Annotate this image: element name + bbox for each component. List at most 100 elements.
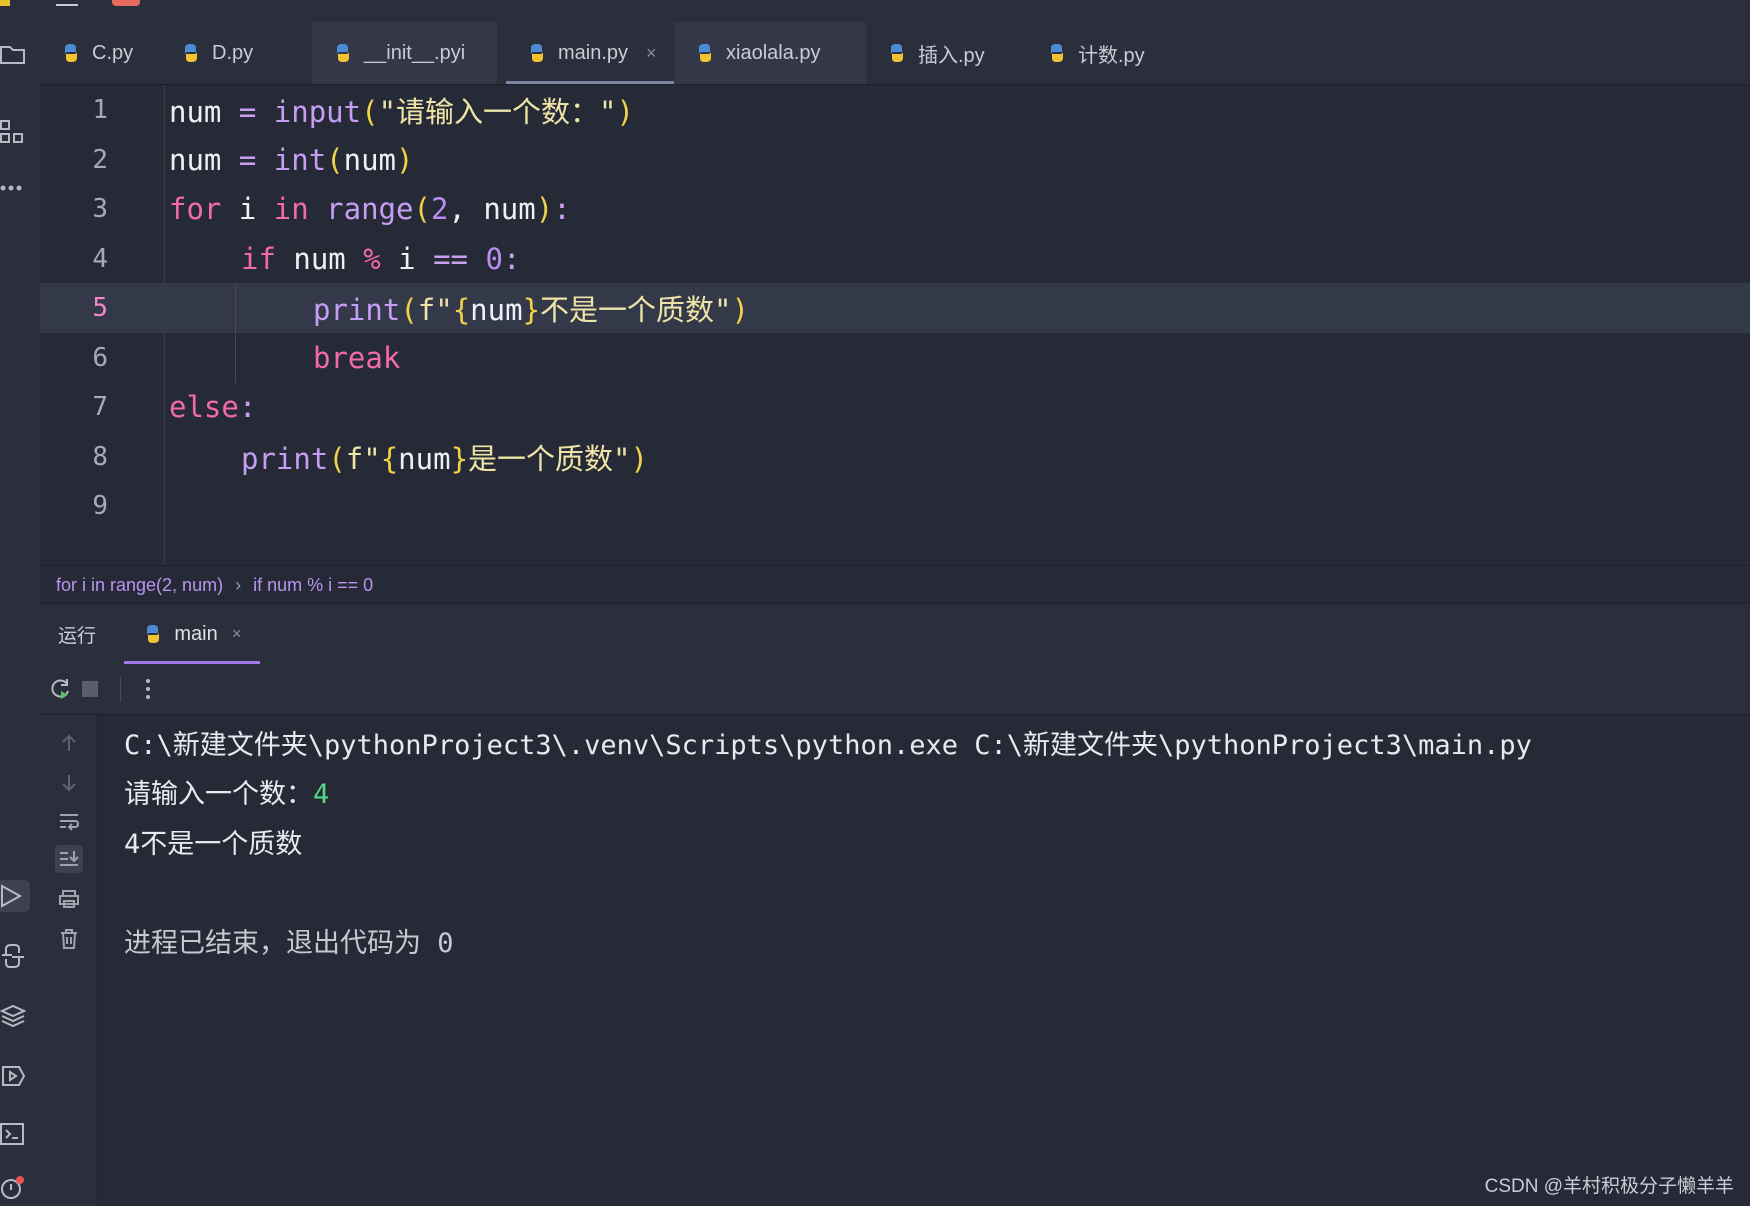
terminal-tool-button[interactable] [0, 1118, 30, 1150]
scroll-up-button[interactable] [55, 729, 83, 757]
code-line[interactable]: 7 else: [40, 382, 1750, 432]
scroll-to-end-button[interactable] [55, 845, 83, 873]
indent-guide [235, 283, 236, 383]
line-number: 6 [92, 343, 108, 373]
editor-tab-bar: C.py D.py __init__.pyi main.py × xiaolal… [40, 22, 1750, 85]
ide-window: C.py D.py __init__.pyi main.py × xiaolal… [0, 0, 1750, 1206]
breadcrumb-item[interactable]: if num % i == 0 [253, 575, 373, 596]
more-vertical-icon [146, 679, 150, 699]
tab-count-py[interactable]: 计数.py [1026, 22, 1196, 84]
stop-icon [82, 681, 98, 697]
tab-c-py[interactable]: C.py [40, 22, 177, 84]
console-output-line: 4不是一个质数 [124, 829, 303, 860]
tab-label: xiaolala.py [726, 41, 821, 64]
code-line[interactable]: 2 num = int(num) [40, 135, 1750, 185]
run-options-button[interactable] [136, 677, 160, 701]
project-badge-icon[interactable] [112, 0, 140, 6]
main-menu-icon[interactable] [56, 0, 78, 6]
stop-button[interactable] [78, 677, 102, 701]
line-number: 7 [92, 392, 108, 422]
rerun-icon [51, 679, 69, 699]
code-line-current[interactable]: 5 print(f"{num}不是一个质数") [40, 283, 1750, 333]
scroll-down-button[interactable] [55, 769, 83, 797]
python-file-icon [531, 44, 543, 62]
run-panel-header: 运行 main × [40, 603, 1750, 665]
console-input-value: 4 [313, 779, 330, 810]
left-tool-strip [0, 22, 41, 1206]
python-file-icon [1051, 44, 1063, 62]
line-number: 8 [92, 442, 108, 472]
print-button[interactable] [55, 885, 83, 913]
folder-icon [0, 46, 25, 64]
tab-label: __init__.pyi [364, 41, 466, 64]
clear-console-button[interactable] [55, 925, 83, 953]
tab-main-py[interactable]: main.py × [506, 22, 674, 84]
problems-tool-button[interactable] [0, 1172, 30, 1204]
line-number: 3 [92, 194, 108, 224]
line-number: 5 [92, 293, 108, 323]
run-icon [1, 884, 23, 908]
scroll-to-end-icon [60, 851, 79, 866]
tab-label: C.py [92, 41, 134, 64]
line-number: 1 [92, 95, 108, 125]
python-console-icon [2, 944, 24, 968]
python-console-button[interactable] [0, 940, 30, 972]
console-prompt: 请输入一个数： [124, 779, 313, 810]
code-line[interactable]: 9 [40, 481, 1750, 531]
more-tools-button[interactable] [0, 172, 30, 204]
python-run-icon [147, 625, 160, 643]
code-line[interactable]: 3 for i in range(2, num): [40, 184, 1750, 234]
title-bar [0, 0, 1750, 23]
line-number: 4 [92, 244, 108, 274]
code-text: for i in range(2, num): [169, 192, 571, 226]
run-tool-button[interactable] [0, 880, 30, 912]
app-logo-icon [0, 0, 10, 6]
code-text: if num % i == 0: [241, 242, 521, 276]
python-file-icon [891, 44, 903, 62]
layers-icon [0, 1004, 26, 1028]
arrow-down-icon [62, 775, 76, 792]
arrow-up-icon [62, 734, 76, 751]
python-stub-file-icon [337, 44, 349, 62]
soft-wrap-button[interactable] [55, 807, 83, 835]
python-file-icon [65, 44, 77, 62]
printer-icon [59, 890, 79, 908]
code-editor[interactable]: 1 num = input("请输入一个数：") 2 num = int(num… [40, 85, 1750, 565]
csdn-watermark: CSDN @羊村积极分子懒羊羊 [1484, 1176, 1734, 1197]
python-file-icon [185, 44, 197, 62]
services-tool-button[interactable] [0, 1060, 30, 1092]
console-command-line: C:\新建文件夹\pythonProject3\.venv\Scripts\py… [124, 730, 1532, 761]
close-run-tab-icon[interactable]: × [232, 624, 242, 644]
run-console[interactable]: C:\新建文件夹\pythonProject3\.venv\Scripts\py… [40, 715, 1750, 1206]
line-number: 2 [92, 145, 108, 175]
trash-icon [61, 929, 77, 949]
tab-label: 插入.py [918, 44, 985, 67]
breadcrumb-item[interactable]: for i in range(2, num) [56, 575, 223, 596]
tab-d-py[interactable]: D.py [160, 22, 282, 84]
run-toolbar [40, 664, 1750, 715]
close-tab-icon[interactable]: × [646, 43, 657, 64]
structure-tool-button[interactable] [0, 116, 30, 148]
console-exit-message: 进程已结束，退出代码为 0 [124, 928, 454, 959]
code-text: else: [169, 390, 257, 424]
breadcrumb: for i in range(2, num) › if num % i == 0 [40, 565, 1750, 604]
run-panel-title: 运行 [58, 625, 97, 647]
code-line[interactable]: 4 if num % i == 0: [40, 234, 1750, 284]
tab-label: 计数.py [1078, 44, 1145, 67]
code-line[interactable]: 6 break [40, 333, 1750, 383]
project-tool-button[interactable] [0, 38, 30, 70]
tab-insert-py[interactable]: 插入.py [866, 22, 1026, 84]
tab-label: main.py [558, 41, 629, 64]
code-text: num = input("请输入一个数：") [169, 95, 634, 129]
toolbar-divider [120, 676, 121, 702]
tab-label: D.py [212, 41, 254, 64]
code-line[interactable]: 8 print(f"{num}是一个质数") [40, 432, 1750, 482]
tab-run-main[interactable]: main × [124, 604, 260, 664]
tab-init-pyi[interactable]: __init__.pyi [312, 22, 497, 84]
packages-tool-button[interactable] [0, 1000, 30, 1032]
console-prompt-line: 请输入一个数：4 [124, 772, 329, 811]
rerun-button[interactable] [48, 677, 72, 701]
tab-xiaolala-py[interactable]: xiaolala.py [674, 22, 866, 84]
code-line[interactable]: 1 num = input("请输入一个数：") [40, 85, 1750, 135]
structure-icon [0, 120, 23, 143]
